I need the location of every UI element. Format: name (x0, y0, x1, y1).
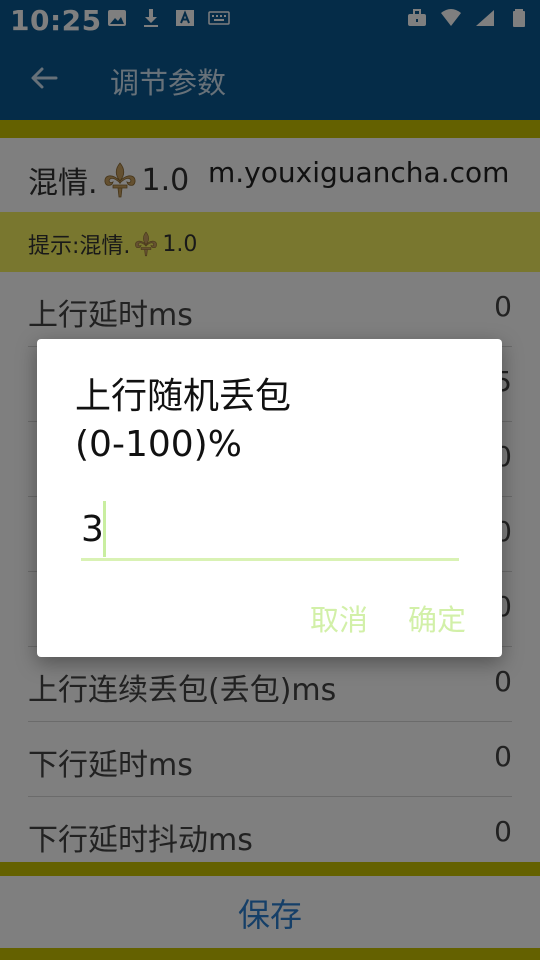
dialog-input-value[interactable]: 3 (81, 509, 104, 550)
dialog-input-field[interactable]: 3 (81, 499, 459, 561)
dialog-title: 上行随机丢包 (0-100)% (75, 373, 475, 469)
dialog-title-line2: (0-100)% (75, 424, 242, 465)
text-cursor (103, 501, 106, 557)
ok-button[interactable]: 确定 (408, 597, 466, 639)
dialog-title-line1: 上行随机丢包 (75, 376, 292, 417)
dialog-buttons: 取消 确定 (310, 597, 466, 639)
input-dialog: 上行随机丢包 (0-100)% 3 取消 确定 (37, 339, 502, 657)
cancel-button[interactable]: 取消 (310, 597, 368, 639)
